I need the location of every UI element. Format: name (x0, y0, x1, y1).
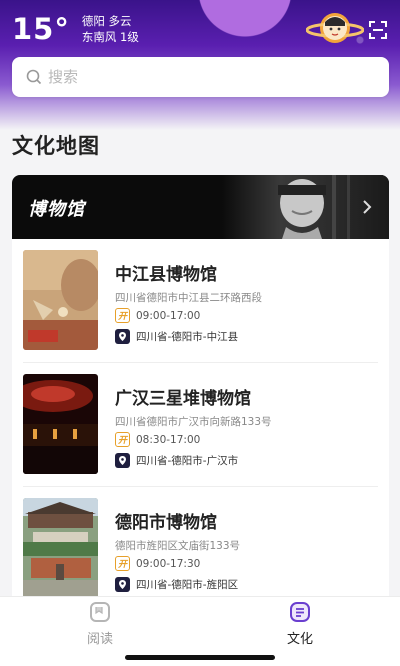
tab-label: 阅读 (86, 632, 113, 647)
museum-card: 博物馆 中江县博物馆 四川省德阳市中江县二环路西段 开 09:00-17:00 … (12, 175, 389, 605)
museum-item[interactable]: 中江县博物馆 四川省德阳市中江县二环路西段 开 09:00-17:00 四川省-… (23, 250, 378, 354)
open-icon: 开 (115, 308, 130, 323)
museum-thumbnail (23, 498, 98, 598)
museum-address: 德阳市旌阳区文庙街133号 (115, 540, 241, 552)
museum-hours: 09:00-17:30 (136, 557, 201, 570)
museum-name: 广汉三星堆博物馆 (115, 389, 251, 409)
search-icon (26, 69, 42, 85)
museum-name: 德阳市博物馆 (115, 513, 217, 533)
museum-name: 中江县博物馆 (115, 265, 217, 285)
divider (23, 486, 378, 487)
museum-address: 四川省德阳市广汉市向新路133号 (115, 416, 272, 428)
weather-widget[interactable]: 15° 德阳 多云 东南风 1级 (12, 12, 139, 46)
section-title: 文化地图 (12, 134, 100, 158)
hours-row: 开 09:00-17:30 (115, 556, 200, 571)
search-input[interactable] (48, 68, 348, 86)
museum-region: 四川省-德阳市-中江县 (136, 331, 239, 343)
culture-icon (290, 602, 310, 622)
region-row: 四川省-德阳市-广汉市 (115, 453, 238, 468)
museum-region: 四川省-德阳市-旌阳区 (136, 579, 239, 591)
tab-label: 文化 (286, 632, 313, 647)
home-indicator (125, 655, 275, 660)
hours-row: 开 09:00-17:00 (115, 308, 200, 323)
museum-hours: 09:00-17:00 (136, 309, 201, 322)
open-icon: 开 (115, 556, 130, 571)
region-row: 四川省-德阳市-中江县 (115, 329, 238, 344)
museum-address: 四川省德阳市中江县二环路西段 (115, 292, 262, 304)
temperature: 15° (12, 12, 70, 46)
museum-item[interactable]: 德阳市博物馆 德阳市旌阳区文庙街133号 开 09:00-17:30 四川省-德… (23, 498, 378, 602)
tab-read[interactable]: 阅读 (70, 601, 130, 651)
museum-banner[interactable]: 博物馆 (12, 175, 389, 239)
museum-item[interactable]: 广汉三星堆博物馆 四川省德阳市广汉市向新路133号 开 08:30-17:00 … (23, 374, 378, 478)
location-pin-icon (115, 329, 130, 344)
region-row: 四川省-德阳市-旌阳区 (115, 577, 238, 592)
planet-avatar-icon (305, 13, 365, 43)
divider (23, 362, 378, 363)
chevron-right-icon (363, 200, 372, 214)
open-icon: 开 (115, 432, 130, 447)
hours-row: 开 08:30-17:00 (115, 432, 200, 447)
museum-hours: 08:30-17:00 (136, 433, 201, 446)
tab-culture[interactable]: 文化 (270, 601, 330, 651)
location-pin-icon (115, 453, 130, 468)
museum-thumbnail (23, 374, 98, 474)
weather-info: 德阳 多云 东南风 1级 (82, 13, 139, 45)
avatar[interactable] (305, 8, 365, 48)
weather-wind: 东南风 1级 (81, 30, 139, 44)
museum-region: 四川省-德阳市-广汉市 (136, 455, 239, 467)
banner-title: 博物馆 (28, 199, 85, 220)
museum-thumbnail (23, 250, 98, 350)
search-bar[interactable] (12, 57, 389, 97)
weather-city-condition: 德阳 多云 (81, 14, 132, 28)
book-icon (90, 602, 110, 622)
scan-icon[interactable] (368, 20, 388, 40)
location-pin-icon (115, 577, 130, 592)
